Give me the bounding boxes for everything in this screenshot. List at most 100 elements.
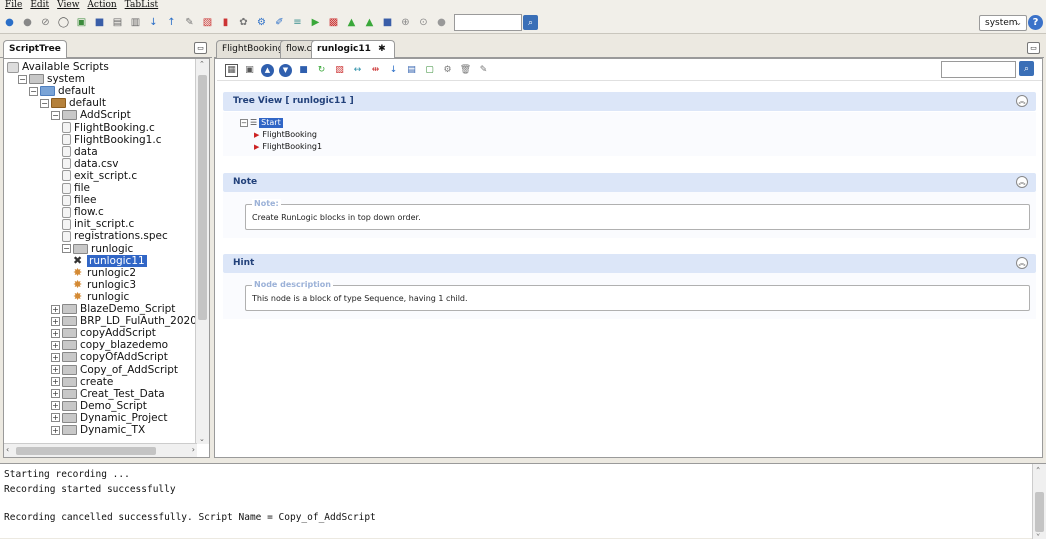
block-icon[interactable]: ▢ bbox=[423, 64, 436, 77]
tree-item[interactable]: ✸ runlogic2 bbox=[73, 267, 136, 279]
tree-item[interactable]: − system bbox=[18, 73, 85, 85]
collapse-icon[interactable]: ︽ bbox=[1016, 176, 1028, 188]
collapse-node-icon[interactable]: − bbox=[51, 110, 60, 120]
settings-icon[interactable]: ⚙ bbox=[254, 15, 269, 30]
properties-icon[interactable]: ▣ bbox=[243, 64, 256, 77]
gray-circle-icon[interactable]: ● bbox=[434, 15, 449, 30]
move-down-icon[interactable]: ▼ bbox=[279, 64, 292, 77]
tree-item[interactable]: + Dynamic_TX bbox=[51, 424, 145, 436]
hint-header[interactable]: Hint ︽ bbox=[223, 254, 1036, 273]
expand-node-icon[interactable]: + bbox=[51, 389, 60, 399]
tree-item[interactable]: − default bbox=[40, 97, 106, 109]
tools-icon[interactable]: ✎ bbox=[182, 15, 197, 30]
tree-item[interactable]: registrations.spec bbox=[62, 230, 168, 242]
menu-tablist[interactable]: TabList bbox=[125, 0, 159, 12]
tag-icon[interactable]: ✿ bbox=[236, 15, 251, 30]
tree-item[interactable]: + copyAddScript bbox=[51, 327, 156, 339]
scroll-up-icon[interactable]: ⌃ bbox=[199, 60, 205, 68]
menu-edit[interactable]: Edit bbox=[30, 0, 49, 12]
collapse-icon[interactable]: ︽ bbox=[1016, 95, 1028, 107]
tree-item[interactable]: ✸ runlogic3 bbox=[73, 279, 136, 291]
delete-icon[interactable]: 🗑 bbox=[459, 64, 472, 77]
scroll-left-icon[interactable]: ‹ bbox=[6, 445, 9, 454]
expand-node-icon[interactable]: + bbox=[51, 365, 60, 374]
toolbar-search-button[interactable]: ⌕ bbox=[523, 15, 538, 30]
grid-icon[interactable]: ▦ bbox=[225, 64, 238, 77]
tree-item[interactable]: − default bbox=[29, 85, 95, 97]
print-icon[interactable]: ▤ bbox=[110, 15, 125, 30]
maximize-editor-button[interactable]: ▭ bbox=[1027, 42, 1040, 54]
collapse-node-icon[interactable]: − bbox=[18, 74, 27, 84]
tree-item[interactable]: flow.c bbox=[62, 206, 104, 218]
editor-search-input[interactable] bbox=[941, 61, 1016, 78]
download-icon[interactable]: ↓ bbox=[146, 15, 161, 30]
tree-item[interactable]: − runlogic bbox=[62, 243, 133, 255]
tree-item[interactable]: FlightBooking1.c bbox=[62, 134, 161, 146]
collapse-horizontal-icon[interactable]: ⇹ bbox=[369, 64, 382, 77]
move-down-arrow-icon[interactable]: ↓ bbox=[387, 64, 400, 77]
tree-node-flightbooking[interactable]: ▶ FlightBooking bbox=[254, 130, 317, 140]
save-icon[interactable]: ■ bbox=[92, 15, 107, 30]
tree-item[interactable]: ✸ runlogic bbox=[73, 291, 129, 303]
tree-item[interactable]: + copyOfAddScript bbox=[51, 351, 168, 363]
tree-vertical-scroll-thumb[interactable] bbox=[198, 75, 207, 320]
collapse-node-icon[interactable]: − bbox=[62, 244, 71, 253]
record-icon[interactable]: ● bbox=[2, 15, 17, 30]
expand-node-icon[interactable]: + bbox=[51, 377, 60, 387]
cancel-icon[interactable]: ⊘ bbox=[38, 15, 53, 30]
tree-view-header[interactable]: Tree View [ runlogic11 ] ︽ bbox=[223, 92, 1036, 111]
expand-node-icon[interactable]: + bbox=[51, 340, 60, 350]
document-icon[interactable]: ▤ bbox=[405, 64, 418, 77]
tree-item[interactable]: FlightBooking.c bbox=[62, 122, 155, 134]
script-icon[interactable]: ▧ bbox=[333, 64, 346, 77]
link-icon[interactable]: ≡ bbox=[290, 15, 305, 30]
tree-item[interactable]: exit_script.c bbox=[62, 170, 137, 182]
tree-item[interactable]: + copy_blazedemo bbox=[51, 339, 168, 351]
tab-runlogic11[interactable]: runlogic11 ✱ ✕ bbox=[311, 40, 395, 71]
scroll-right-icon[interactable]: › bbox=[192, 445, 195, 454]
toolbar-search-input[interactable] bbox=[454, 14, 522, 31]
tree-item[interactable]: + Dynamic_Project bbox=[51, 412, 167, 424]
expand-node-icon[interactable]: + bbox=[51, 425, 60, 435]
expand-node-icon[interactable]: + bbox=[51, 328, 60, 338]
collapse-node-icon[interactable]: − bbox=[240, 119, 248, 127]
scroll-down-icon[interactable]: ⌄ bbox=[1036, 529, 1040, 537]
tree-item[interactable]: + BRP_LD_FulAuth_2020 bbox=[51, 315, 197, 327]
scroll-up-icon[interactable]: ⌃ bbox=[1036, 466, 1040, 474]
maximize-left-panel-button[interactable]: ▭ bbox=[194, 42, 207, 54]
menu-file[interactable]: File bbox=[5, 0, 22, 12]
stop-icon[interactable]: ● bbox=[20, 15, 35, 30]
tab-scripttree[interactable]: ScriptTree bbox=[3, 40, 67, 59]
tree-item[interactable]: ✖ runlogic11 bbox=[73, 254, 147, 267]
tree-item[interactable]: − AddScript bbox=[51, 109, 131, 121]
expand-node-icon[interactable]: + bbox=[51, 316, 60, 326]
scroll-down-icon[interactable]: ⌄ bbox=[199, 435, 205, 443]
note-header[interactable]: Note ︽ bbox=[223, 173, 1036, 192]
refresh-icon[interactable]: ↻ bbox=[315, 64, 328, 77]
tree-item[interactable]: + BlazeDemo_Script bbox=[51, 303, 175, 315]
collapse-icon[interactable]: ︽ bbox=[1016, 257, 1028, 269]
menu-action[interactable]: Action bbox=[87, 0, 116, 12]
play-icon[interactable]: ▶ bbox=[308, 15, 323, 30]
console-scroll-thumb[interactable] bbox=[1035, 492, 1044, 532]
report-icon[interactable]: ▩ bbox=[326, 15, 341, 30]
export-icon[interactable]: ▲ bbox=[344, 15, 359, 30]
save-icon[interactable]: ■ bbox=[297, 64, 310, 77]
expand-horizontal-icon[interactable]: ↔ bbox=[351, 64, 364, 77]
tree-item[interactable]: Available Scripts bbox=[7, 61, 109, 73]
console-output[interactable]: Starting recording ... Recording started… bbox=[0, 463, 1046, 539]
gear-icon[interactable]: ⚙ bbox=[441, 64, 454, 77]
import-icon[interactable]: ▣ bbox=[74, 15, 89, 30]
tree-item[interactable]: file bbox=[62, 182, 90, 194]
forward-icon[interactable]: ⊕ bbox=[398, 15, 413, 30]
tree-node-flightbooking1[interactable]: ▶ FlightBooking1 bbox=[254, 142, 322, 152]
menu-view[interactable]: View bbox=[57, 0, 79, 12]
tree-item[interactable]: init_script.c bbox=[62, 218, 134, 230]
expand-node-icon[interactable]: + bbox=[51, 413, 60, 423]
next-icon[interactable]: ⊙ bbox=[416, 15, 431, 30]
tree-item[interactable]: filee bbox=[62, 194, 96, 206]
edit-icon[interactable]: ✐ bbox=[272, 15, 287, 30]
upload-green-icon[interactable]: ▲ bbox=[362, 15, 377, 30]
editor-search-button[interactable]: ⌕ bbox=[1019, 61, 1034, 76]
move-up-icon[interactable]: ▲ bbox=[261, 64, 274, 77]
